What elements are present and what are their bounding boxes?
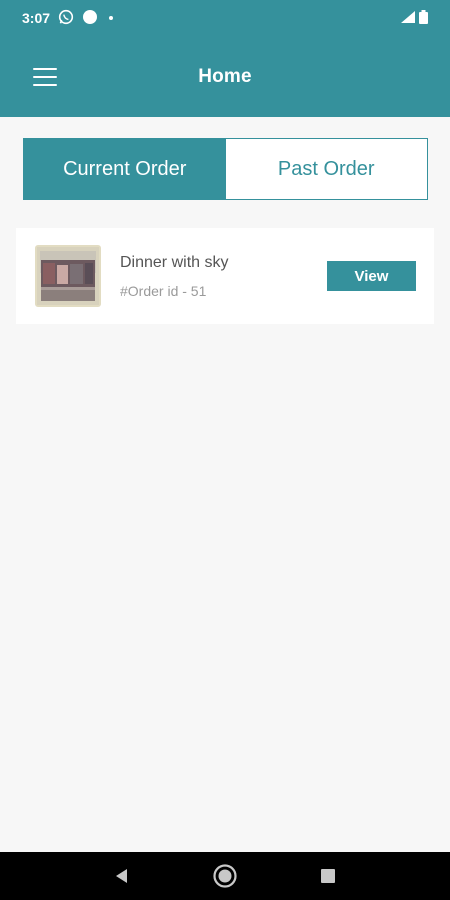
tab-current-order[interactable]: Current Order (24, 139, 226, 199)
dot-icon (106, 10, 116, 26)
app-bar: Home (0, 36, 450, 117)
order-id: #Order id - 51 (120, 283, 207, 299)
navigation-bar (0, 852, 450, 900)
status-time: 3:07 (22, 10, 51, 26)
recents-icon[interactable] (308, 856, 348, 896)
order-card[interactable]: Dinner with sky #Order id - 51 View (16, 228, 434, 324)
order-info: Dinner with sky #Order id - 51 (120, 254, 228, 299)
order-tabs: Current Order Past Order (23, 138, 428, 200)
order-title: Dinner with sky (120, 254, 229, 271)
home-icon[interactable] (205, 856, 245, 896)
order-thumbnail (35, 245, 101, 307)
back-icon[interactable] (102, 856, 142, 896)
signal-icon (401, 10, 415, 26)
view-button[interactable]: View (327, 261, 416, 291)
page-title: Home (198, 65, 252, 87)
battery-icon (419, 9, 428, 27)
status-left: 3:07 (22, 9, 116, 28)
hamburger-menu-icon[interactable] (30, 64, 60, 90)
status-bar: 3:07 (0, 0, 450, 36)
circle-notification-icon (82, 9, 98, 28)
whatsapp-icon (58, 9, 74, 28)
status-right (401, 9, 428, 27)
tab-past-order[interactable]: Past Order (225, 139, 427, 199)
